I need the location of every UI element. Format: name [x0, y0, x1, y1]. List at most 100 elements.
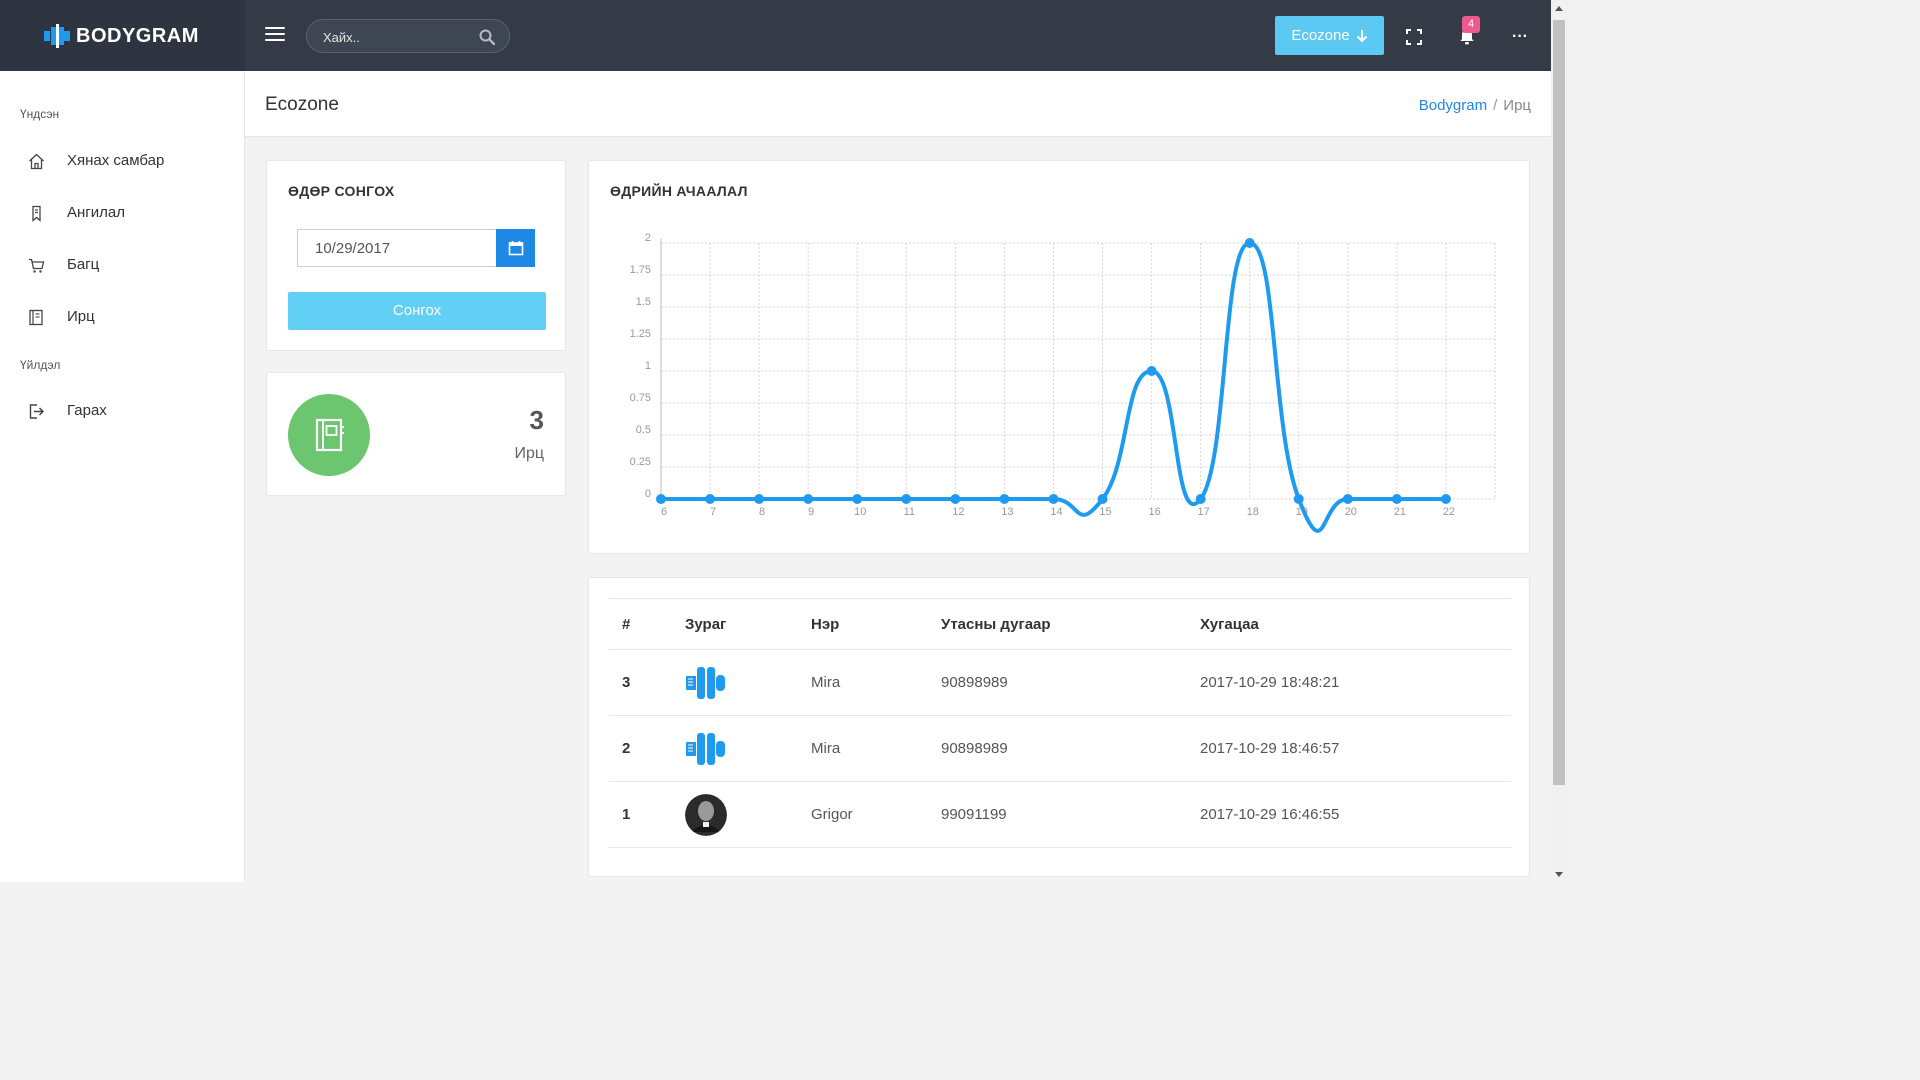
org-dropdown-label: Ecozone: [1291, 27, 1350, 44]
bodygram-logo-avatar: [686, 732, 725, 765]
chart-x-tick-label: 15: [1099, 506, 1111, 518]
sidebar-item-logout[interactable]: Гарах: [0, 391, 245, 431]
topbar: BODYGRAM Ecozone 4 ···: [0, 0, 1551, 71]
column-header: Хугацаа: [1200, 598, 1511, 650]
attendance-table: # Зураг Нэр Утасны дугаар Хугацаа 3 Mira…: [609, 598, 1511, 848]
scroll-up-arrow-icon[interactable]: [1555, 6, 1563, 11]
table-row[interactable]: 1 Grigor 99091199 2017-10-29 16:46:55: [609, 781, 1511, 848]
chart-data-point: [1195, 494, 1206, 504]
sidebar: Үндсэн Хянах самбар Ангилал Багц Ирц Үйл…: [0, 71, 245, 882]
chart-y-tick-label: 1: [645, 360, 651, 372]
row-name: Grigor: [811, 781, 941, 848]
calendar-button[interactable]: [496, 229, 535, 267]
chart-y-tick-label: 1.75: [630, 264, 651, 276]
column-header: Нэр: [811, 598, 941, 650]
sidebar-item-label: Багц: [67, 256, 100, 273]
chart-y-tick-label: 1.25: [630, 328, 651, 340]
chart-x-tick-label: 22: [1443, 506, 1455, 518]
brand-name: BODYGRAM: [76, 25, 199, 47]
sidebar-item-dashboard[interactable]: Хянах самбар: [0, 141, 245, 181]
chart-y-tick-label: 1.5: [636, 296, 651, 308]
chart-x-tick-label: 21: [1394, 506, 1406, 518]
chart-x-tick-label: 10: [854, 506, 866, 518]
breadcrumb: Bodygram / Ирц: [1419, 97, 1531, 114]
notification-badge: 4: [1462, 16, 1480, 33]
stat-label: Ирц: [514, 445, 544, 462]
page-header: Ecozone Bodygram / Ирц: [245, 71, 1551, 137]
search-box: [306, 19, 510, 53]
chart-y-tick-label: 0: [645, 488, 651, 500]
row-number: 2: [609, 715, 685, 782]
chart-y-tick-label: 0.25: [630, 456, 651, 468]
scroll-down-arrow-icon[interactable]: [1555, 872, 1563, 877]
column-header: Утасны дугаар: [941, 598, 1200, 650]
chart-x-tick-label: 13: [1001, 506, 1013, 518]
row-number: 3: [609, 649, 685, 716]
sidebar-section-actions: Үйлдэл: [20, 358, 61, 372]
row-name: Mira: [811, 649, 941, 716]
column-header: Зураг: [685, 598, 811, 650]
chart-data-point: [852, 494, 863, 504]
row-phone: 99091199: [941, 781, 1200, 848]
breadcrumb-home-link[interactable]: Bodygram: [1419, 97, 1487, 114]
table-row[interactable]: 3 Mira 90898989 2017-10-29 18:48:21: [609, 649, 1511, 716]
sidebar-section-main: Үндсэн: [20, 107, 60, 121]
page-title: Ecozone: [265, 94, 339, 115]
row-avatar-cell: [685, 781, 811, 848]
stat-value: 3: [529, 405, 544, 435]
date-input[interactable]: [297, 229, 496, 267]
sidebar-item-package[interactable]: Багц: [0, 245, 245, 285]
breadcrumb-current: Ирц: [1503, 97, 1531, 114]
notebook-icon: [315, 418, 344, 452]
chart-x-tick-label: 7: [710, 506, 716, 518]
row-name: Mira: [811, 715, 941, 782]
bookmark-icon: [32, 205, 41, 222]
chart-data-point: [1293, 494, 1304, 504]
search-input[interactable]: [323, 27, 473, 47]
brand[interactable]: BODYGRAM: [0, 0, 245, 71]
attendance-stat-card: 3 Ирц: [266, 372, 566, 496]
attendance-table-card: # Зураг Нэр Утасны дугаар Хугацаа 3 Mira…: [588, 577, 1530, 877]
chart-y-tick-label: 0.75: [630, 392, 651, 404]
more-options-icon[interactable]: ···: [1512, 28, 1528, 46]
date-card-title: ӨДӨР СОНГОХ: [288, 183, 395, 199]
sidebar-item-attendance[interactable]: Ирц: [0, 297, 245, 337]
chart-data-point: [1097, 494, 1108, 504]
chart-x-tick-label: 14: [1050, 506, 1062, 518]
logout-icon: [29, 404, 45, 419]
chart-data-point: [705, 494, 716, 504]
sidebar-item-category[interactable]: Ангилал: [0, 193, 245, 233]
notebook-icon: [29, 309, 43, 326]
select-date-button[interactable]: Сонгох: [288, 292, 546, 330]
chart-y-tick-label: 2: [645, 232, 651, 244]
row-time: 2017-10-29 18:46:57: [1200, 715, 1511, 782]
org-dropdown-button[interactable]: Ecozone: [1275, 16, 1384, 55]
daily-load-chart-card: ӨДРИЙН АЧААЛАЛ 0 0.25 0.5 0.75 1 1.25 1.5 1.75 2…: [588, 160, 1530, 554]
chart-data-point: [1146, 366, 1157, 376]
row-avatar-cell: [685, 715, 811, 782]
chart-data-point: [1244, 238, 1255, 248]
sidebar-item-label: Хянах самбар: [67, 152, 165, 169]
chart-y-tick-label: 0.5: [636, 424, 651, 436]
search-icon[interactable]: [479, 29, 495, 45]
cart-icon: [29, 258, 45, 273]
chart-x-tick-label: 9: [808, 506, 814, 518]
chart-x-tick-label: 12: [952, 506, 964, 518]
chart-data-point: [754, 494, 765, 504]
bodygram-logo-icon: [44, 24, 70, 48]
breadcrumb-separator: /: [1493, 97, 1498, 114]
row-phone: 90898989: [941, 715, 1200, 782]
row-number: 1: [609, 781, 685, 848]
fullscreen-icon[interactable]: [1406, 29, 1422, 45]
chart-x-tick-label: 20: [1345, 506, 1357, 518]
table-row[interactable]: 2 Mira 90898989 2017-10-29 18:46:57: [609, 715, 1511, 782]
chart-data-point: [1048, 494, 1059, 504]
calendar-icon: [508, 241, 523, 256]
stat-icon-circle: [288, 394, 370, 476]
menu-toggle-icon[interactable]: [265, 27, 285, 43]
user-photo-avatar: [685, 793, 727, 836]
arrow-down-icon: [1356, 29, 1367, 42]
chart-data-point: [1391, 494, 1402, 504]
chart-data-point: [803, 494, 814, 504]
scrollbar-thumb[interactable]: [1553, 20, 1565, 785]
